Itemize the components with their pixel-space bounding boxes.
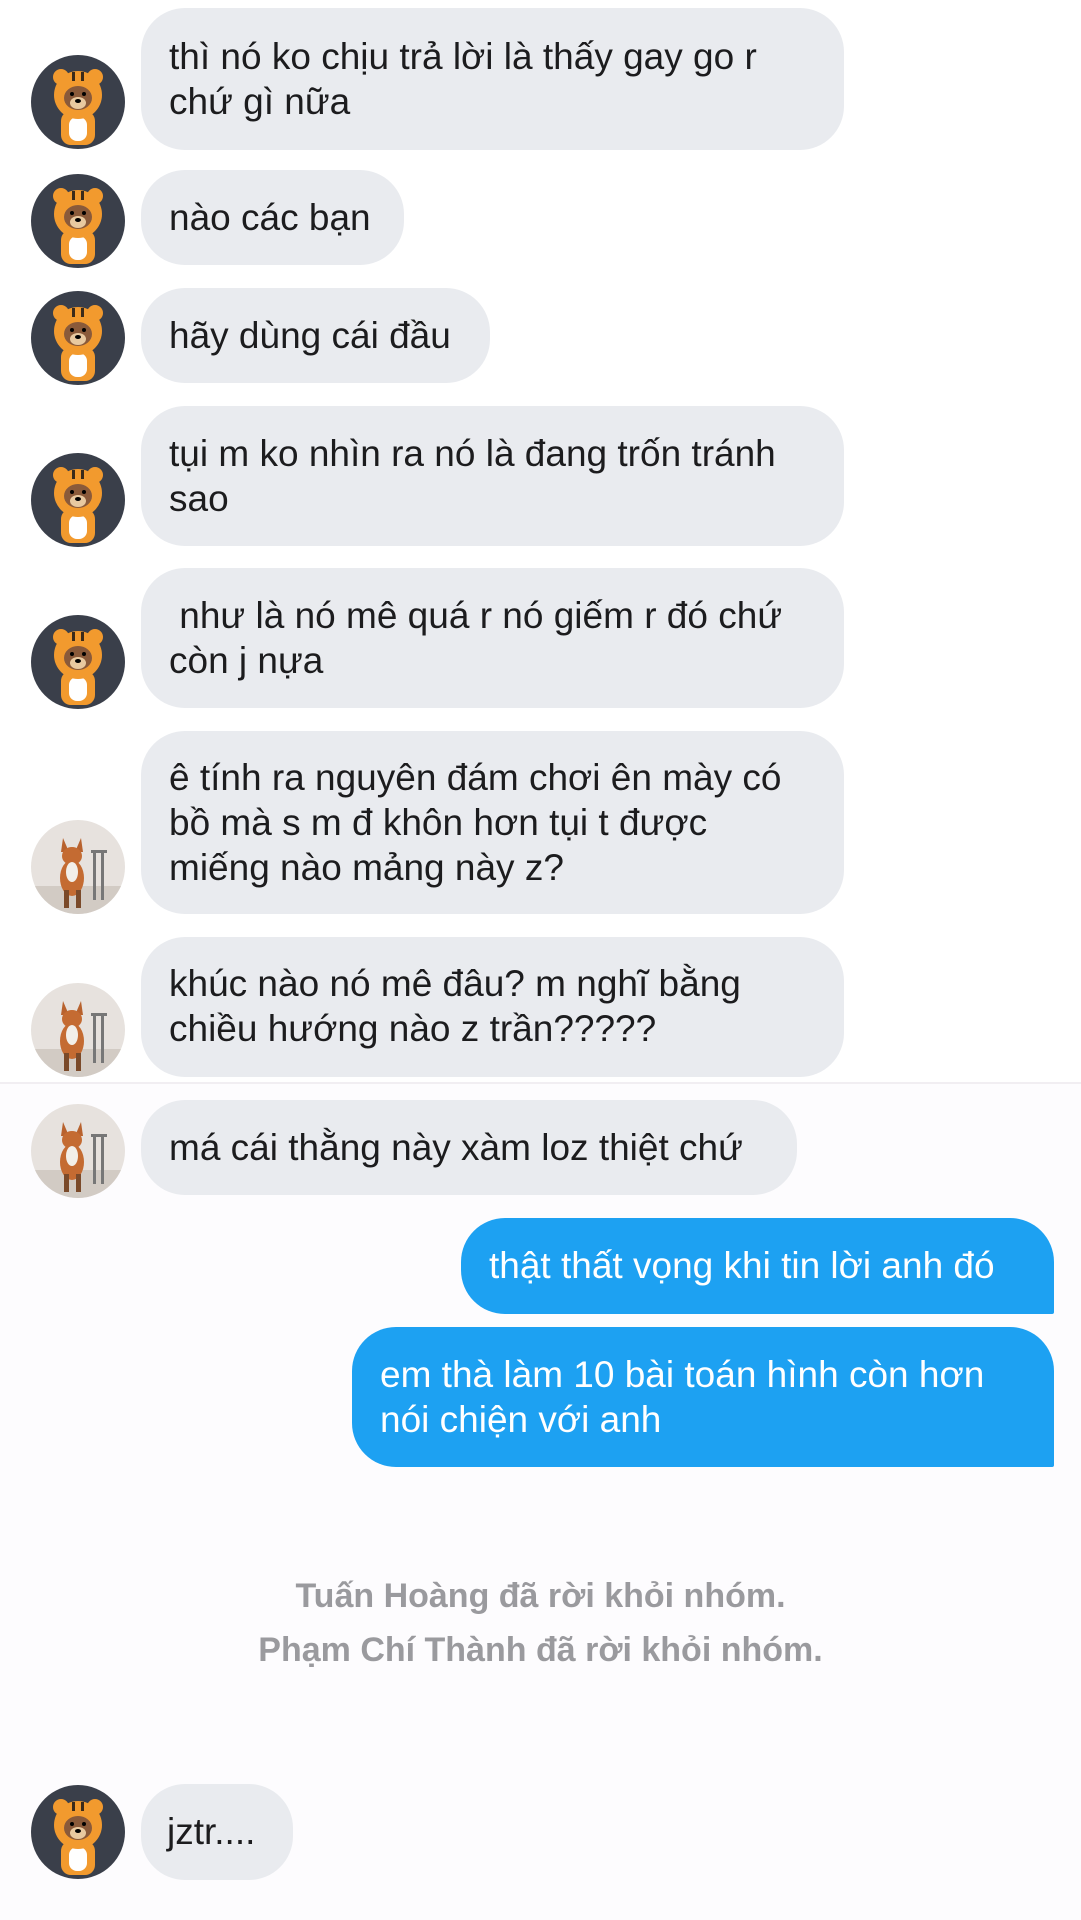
incoming-message-bubble[interactable]: khúc nào nó mê đâu? m nghĩ bằng chiều hư… <box>141 937 844 1077</box>
tiger-avatar-icon[interactable] <box>31 453 125 547</box>
incoming-message-bubble[interactable]: nào các bạn <box>141 170 404 265</box>
outgoing-message-bubble[interactable]: thật thất vọng khi tin lời anh đó <box>461 1218 1054 1314</box>
incoming-message-bubble[interactable]: tụi m ko nhìn ra nó là đang trốn tránh s… <box>141 406 844 546</box>
outgoing-message-bubble[interactable]: em thà làm 10 bài toán hình còn hơn nói … <box>352 1327 1054 1467</box>
divider <box>0 1082 1081 1084</box>
incoming-message-bubble[interactable]: jztr.... <box>141 1784 293 1880</box>
tiger-avatar-icon[interactable] <box>31 174 125 268</box>
system-notice: Phạm Chí Thành đã rời khỏi nhóm. <box>258 1631 823 1669</box>
fox-avatar-icon[interactable] <box>31 1104 125 1198</box>
incoming-message-bubble[interactable]: ê tính ra nguyên đám chơi ên mày có bồ m… <box>141 731 844 914</box>
fox-avatar-icon[interactable] <box>31 820 125 914</box>
system-notice: Tuấn Hoàng đã rời khỏi nhóm. <box>295 1577 786 1615</box>
tiger-avatar-icon[interactable] <box>31 1785 125 1879</box>
tiger-avatar-icon[interactable] <box>31 615 125 709</box>
tiger-avatar-icon[interactable] <box>31 291 125 385</box>
incoming-message-bubble[interactable]: má cái thằng này xàm loz thiệt chứ <box>141 1100 797 1195</box>
incoming-message-bubble[interactable]: thì nó ko chịu trả lời là thấy gay go r … <box>141 8 844 150</box>
incoming-message-bubble[interactable]: như là nó mê quá r nó giếm r đó chứ còn … <box>141 568 844 708</box>
fox-avatar-icon[interactable] <box>31 983 125 1077</box>
tiger-avatar-icon[interactable] <box>31 55 125 149</box>
incoming-message-bubble[interactable]: hãy dùng cái đầu <box>141 288 490 383</box>
